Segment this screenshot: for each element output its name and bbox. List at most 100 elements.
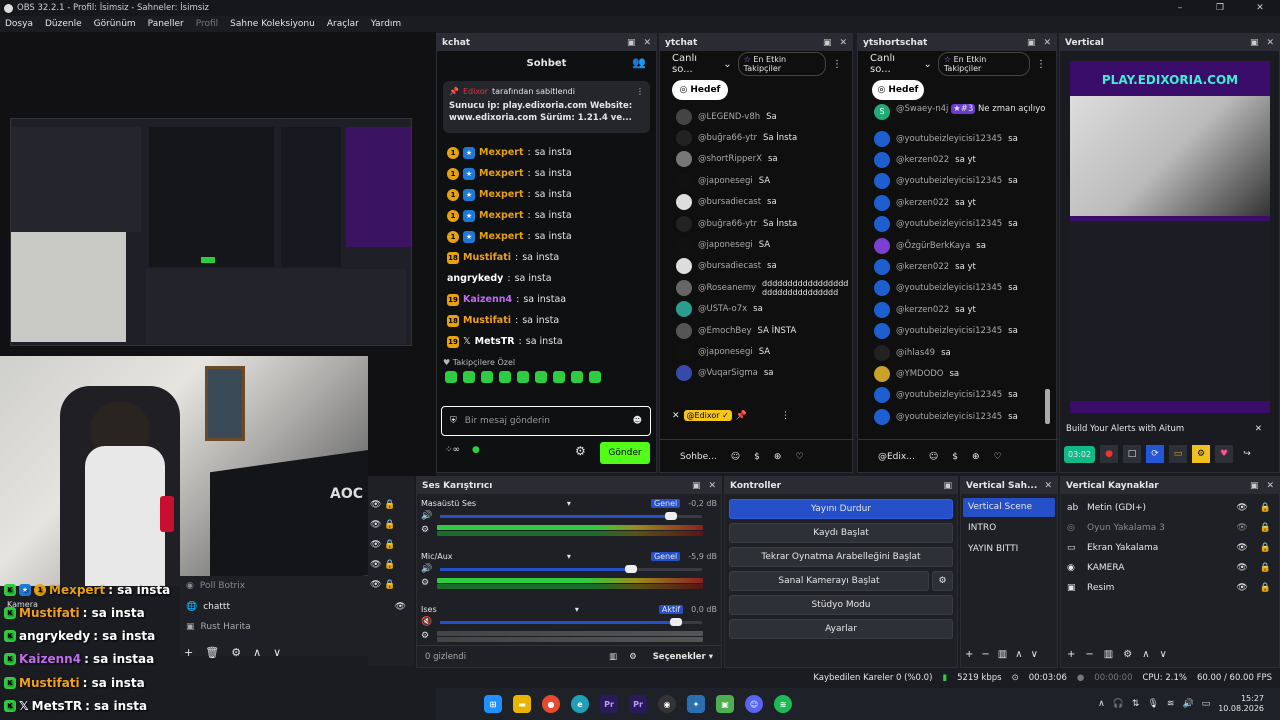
chevron-down-icon[interactable]: ⌄ <box>923 59 931 70</box>
eye-icon[interactable]: 👁 🔒 <box>370 560 396 570</box>
top-fans-chip[interactable]: ☆ En Etkin Takipçiler <box>937 52 1030 76</box>
yt-username[interactable]: @japonesegi <box>698 176 753 186</box>
eye-icon[interactable]: 👁 🔒 <box>370 520 396 530</box>
maximize-button[interactable]: ❐ <box>1200 0 1240 16</box>
yt-username[interactable]: @Roseanemy <box>698 283 756 293</box>
volume-icon[interactable]: 🔊 <box>421 511 432 521</box>
add-icon[interactable]: ⊕ <box>774 452 782 462</box>
yt-username[interactable]: @kerzen022 <box>896 198 949 208</box>
emote-icon[interactable] <box>589 371 601 383</box>
channel-tag[interactable]: Genel <box>650 551 681 561</box>
more-icon[interactable]: ⋮ <box>832 59 842 70</box>
mic-icon[interactable]: 🎙 <box>1147 699 1158 709</box>
menu-file[interactable]: Dosya <box>5 19 33 29</box>
eye-icon[interactable]: 👁 <box>1236 583 1247 593</box>
yt-username[interactable]: @youtubeizleyicisi12345 <box>896 219 1002 229</box>
emoji-icon[interactable]: ☻ <box>633 416 642 426</box>
yt-username[interactable]: @japonesegi <box>698 240 753 250</box>
down-icon[interactable]: ∨ <box>273 646 281 659</box>
discord-icon[interactable]: ☺ <box>745 695 763 713</box>
chevron-down-icon[interactable]: ▾ <box>567 499 571 508</box>
add-icon[interactable]: + <box>184 646 193 659</box>
menu-help[interactable]: Yardım <box>371 19 401 29</box>
emote-icon[interactable] <box>517 371 529 383</box>
heart-icon[interactable]: ♥ <box>1215 445 1234 463</box>
add-icon[interactable]: ⊕ <box>972 452 980 462</box>
chevron-down-icon[interactable]: ▾ <box>567 552 571 561</box>
live-timer[interactable]: 03:02 <box>1064 445 1096 463</box>
headphones-icon[interactable]: 🎧 <box>1113 699 1124 709</box>
chat-username[interactable]: Mexpert <box>479 168 524 179</box>
source-item[interactable]: ▭ Ekran Yakalama 👁 🔒 <box>1061 538 1279 558</box>
eye-icon[interactable]: 👁 <box>1236 523 1247 533</box>
obs-icon[interactable]: ◉ <box>658 695 676 713</box>
source-item[interactable]: ▣ Rust Harita <box>180 617 414 637</box>
emoji-icon[interactable]: ☺ <box>731 452 740 462</box>
chat-username[interactable]: MetsTR <box>475 336 515 347</box>
close-icon[interactable]: ✕ <box>839 38 847 48</box>
up-icon[interactable]: ∧ <box>253 646 261 659</box>
volume-icon[interactable]: 🔊 <box>1182 699 1193 709</box>
stop-streaming-button[interactable]: Yayını Durdur <box>729 499 953 519</box>
scene-item-intro[interactable]: INTRO <box>963 519 1055 538</box>
goal-button[interactable]: ◎ Hedef <box>672 80 728 100</box>
audio-settings-icon[interactable]: ⚙ <box>421 578 429 588</box>
float-icon[interactable]: ▣ <box>943 481 952 491</box>
close-icon[interactable]: ✕ <box>1255 424 1262 434</box>
yt-username[interactable]: @youtubeizleyicisi12345 <box>896 134 1002 144</box>
mention-chip[interactable]: @Edixor ✓ <box>683 410 732 421</box>
chat-mode-select[interactable]: Canlı so... <box>870 53 917 75</box>
lock-icon[interactable]: 🔒 <box>1260 523 1271 533</box>
minecraft-icon[interactable]: ▣ <box>716 695 734 713</box>
options-dropdown[interactable]: Seçenekler <box>653 652 706 662</box>
battery-icon[interactable]: ▭ <box>1202 699 1211 709</box>
yt-username[interactable]: @VuqarSigma <box>698 368 758 378</box>
scene-item-yayin-bitti[interactable]: YAYIN BITTI <box>963 540 1055 559</box>
down-icon[interactable]: ∨ <box>1160 649 1167 660</box>
gear-icon[interactable]: ⚙ <box>231 646 241 659</box>
volume-icon[interactable]: 🔇 <box>421 617 432 627</box>
close-icon[interactable]: ✕ <box>1044 481 1052 491</box>
more-icon[interactable]: ⋮ <box>636 87 644 96</box>
chat-input[interactable]: Sohbe... <box>680 452 717 462</box>
chat-mode-select[interactable]: Canlı so... <box>672 53 717 75</box>
lock-icon[interactable]: 🔒 <box>1260 503 1271 513</box>
volume-slider[interactable] <box>440 617 703 626</box>
layout-icon[interactable]: ▥ <box>609 652 617 662</box>
chat-username[interactable]: Mexpert <box>479 147 524 158</box>
virtual-camera-settings-button[interactable]: ⚙ <box>932 571 953 591</box>
yt-username[interactable]: @shortRipperX <box>698 154 762 164</box>
clock[interactable]: 15:27 10.08.2026 <box>1218 694 1264 714</box>
eye-icon[interactable]: 👁 <box>395 602 406 612</box>
lock-icon[interactable]: 🔒 <box>1260 583 1271 593</box>
chat-username[interactable]: Mexpert <box>479 210 524 221</box>
close-icon[interactable]: ✕ <box>1266 38 1274 48</box>
chrome-icon[interactable]: ● <box>542 695 560 713</box>
emote-icon[interactable] <box>553 371 565 383</box>
chat-username[interactable]: Kaizenn4 <box>463 294 512 305</box>
menu-tools[interactable]: Araçlar <box>327 19 359 29</box>
yt-username[interactable]: @kerzen022 <box>896 305 949 315</box>
eye-icon[interactable]: 👁 <box>1236 543 1247 553</box>
edge-icon[interactable]: e <box>571 695 589 713</box>
close-icon[interactable]: ✕ <box>1043 38 1051 48</box>
premiere-icon[interactable]: Pr <box>600 695 618 713</box>
scene-item-vertical[interactable]: Vertical Scene <box>963 498 1055 517</box>
yt-username[interactable]: @LEGEND-v8h <box>698 112 760 122</box>
gear-icon[interactable]: ⚙ <box>1123 649 1132 660</box>
chat-username[interactable]: Mustifati <box>463 252 511 263</box>
yt-username[interactable]: @buğra66-ytr <box>698 133 757 143</box>
lock-icon[interactable]: 🔒 <box>1260 543 1271 553</box>
chat-username[interactable]: Mustifati <box>463 315 511 326</box>
channel-tag[interactable]: Aktif <box>658 604 684 614</box>
emote-icon[interactable] <box>499 371 511 383</box>
volume-icon[interactable]: 🔊 <box>421 564 432 574</box>
yt-username[interactable]: @japonesegi <box>698 347 753 357</box>
kick-icon[interactable]: ● <box>472 445 480 455</box>
chat-username[interactable]: Mexpert <box>479 231 524 242</box>
yt-username[interactable]: @EmochBey <box>698 326 752 336</box>
yt-username[interactable]: @youtubeizleyicisi12345 <box>896 412 1002 422</box>
yt-username[interactable]: @youtubeizleyicisi12345 <box>896 390 1002 400</box>
yt-username[interactable]: @youtubeizleyicisi12345 <box>896 326 1002 336</box>
lock-icon[interactable]: 🔒 <box>1260 563 1271 573</box>
